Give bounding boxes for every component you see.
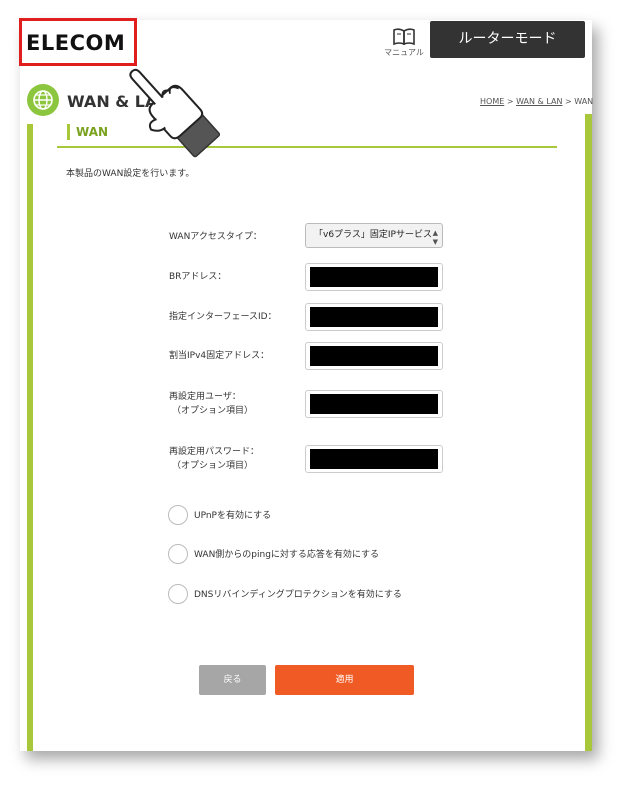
breadcrumb-separator: > <box>504 97 517 106</box>
wan-ping-label: WAN側からのpingに対する応答を有効にする <box>194 550 380 560</box>
br-address-label: BRアドレス： <box>169 272 227 282</box>
wan-access-type-value: 「v6プラス」固定IPサービス <box>314 230 432 240</box>
ipv4-address-input[interactable] <box>305 342 443 370</box>
reset-password-input[interactable] <box>305 445 443 473</box>
reset-user-label: 再設定用ユーザ： <box>169 392 241 402</box>
interface-id-label: 指定インターフェースID： <box>169 312 277 322</box>
section-marker <box>67 124 70 140</box>
dns-rebinding-checkbox[interactable] <box>168 584 188 604</box>
manual-label: マニュアル <box>384 48 424 57</box>
wan-access-type-select[interactable]: 「v6プラス」固定IPサービス ▲ ▼ <box>305 223 443 248</box>
breadcrumb-current: WAN <box>574 97 594 106</box>
book-icon <box>393 28 415 46</box>
reset-user-input[interactable] <box>305 390 443 418</box>
ipv4-address-label: 割当IPv4固定アドレス： <box>169 351 270 361</box>
router-mode-button[interactable]: ルーターモード <box>430 21 585 58</box>
apply-button[interactable]: 適用 <box>275 665 414 695</box>
redacted-value <box>310 307 438 327</box>
wan-ping-checkbox[interactable] <box>168 544 188 564</box>
interface-id-input[interactable] <box>305 303 443 331</box>
content-right-border <box>585 114 592 751</box>
redacted-value <box>310 449 438 469</box>
wan-access-type-label: WANアクセスタイプ： <box>169 232 262 242</box>
upnp-label: UPnPを有効にする <box>194 511 272 521</box>
br-address-input[interactable] <box>305 263 443 291</box>
back-button[interactable]: 戻る <box>199 665 266 695</box>
breadcrumb-separator: > <box>562 97 575 106</box>
elecom-logo[interactable]: ELECOM <box>26 31 125 55</box>
select-arrows-icon: ▲ ▼ <box>432 229 438 246</box>
upnp-checkbox[interactable] <box>168 505 188 525</box>
dns-rebinding-label: DNSリバインディングプロテクションを有効にする <box>194 590 402 600</box>
manual-link[interactable]: マニュアル <box>382 28 426 58</box>
section-title: WAN <box>76 125 109 139</box>
globe-icon <box>27 84 59 116</box>
reset-password-label: 再設定用パスワード： <box>169 447 260 457</box>
redacted-value <box>310 346 438 366</box>
redacted-value <box>310 267 438 287</box>
content-left-border <box>27 124 33 751</box>
reset-password-optional-note: （オプション項目） <box>172 461 254 471</box>
breadcrumb: HOME > WAN & LAN > WAN <box>480 97 593 106</box>
breadcrumb-wan-lan[interactable]: WAN & LAN <box>516 97 562 106</box>
redacted-value <box>310 394 438 414</box>
pointing-hand-icon <box>129 68 221 158</box>
reset-user-optional-note: （オプション項目） <box>172 406 254 416</box>
breadcrumb-home[interactable]: HOME <box>480 97 504 106</box>
